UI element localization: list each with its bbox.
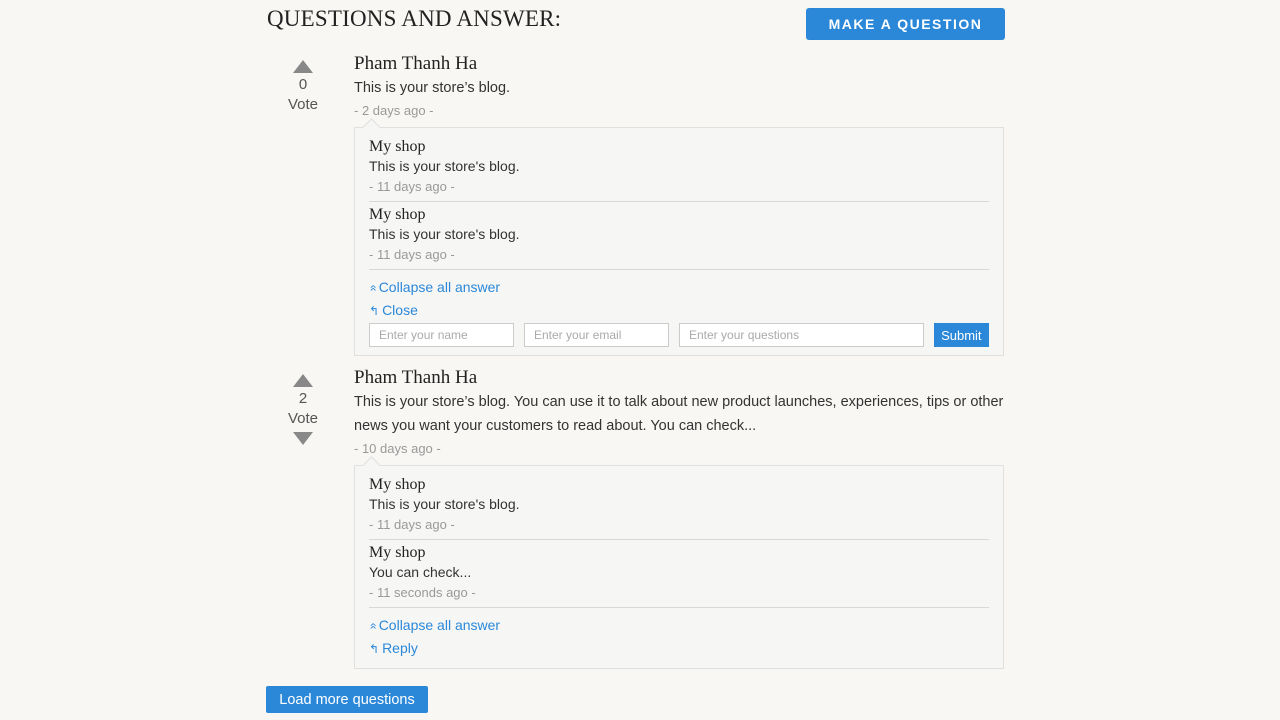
- reply-arrow-icon: ↰: [369, 304, 380, 318]
- answer-item: My shop This is your store's blog. - 11 …: [369, 134, 989, 202]
- answer-item: My shop This is your store's blog. - 11 …: [369, 202, 989, 270]
- question-author: Pham Thanh Ha: [354, 53, 478, 74]
- answer-text: This is your store's blog.: [369, 496, 520, 512]
- submit-button[interactable]: Submit: [933, 323, 989, 347]
- question-input[interactable]: [679, 323, 924, 347]
- vote-up-icon[interactable]: [293, 60, 313, 73]
- vote-count: 2: [298, 390, 308, 407]
- question-text: This is your store’s blog.: [354, 80, 511, 96]
- load-more-questions-button[interactable]: Load more questions: [266, 686, 428, 713]
- make-question-button[interactable]: MAKE A QUESTION: [806, 8, 1005, 40]
- vote-up-icon[interactable]: [293, 374, 313, 387]
- answer-text: This is your store's blog.: [369, 158, 520, 174]
- close-label: Close: [382, 302, 418, 318]
- answer-author: My shop: [369, 206, 426, 223]
- page-title: QUESTIONS AND ANSWER:: [267, 6, 562, 31]
- answer-text: This is your store's blog.: [369, 226, 520, 242]
- question-body: Pham Thanh Ha This is your store’s blog.…: [354, 53, 1005, 356]
- question-author: Pham Thanh Ha: [354, 367, 478, 388]
- vote-down-icon[interactable]: [293, 432, 313, 445]
- collapse-all-answer-link[interactable]: »Collapse all answer: [365, 614, 989, 637]
- reply-label: Reply: [382, 640, 418, 656]
- collapse-label: Collapse all answer: [378, 617, 501, 633]
- answer-author: My shop: [369, 544, 426, 561]
- double-chevron-up-icon: »: [365, 284, 380, 292]
- question-body: Pham Thanh Ha This is your store’s blog.…: [354, 367, 1005, 669]
- answer-item: My shop This is your store's blog. - 11 …: [369, 472, 989, 540]
- question-time: - 2 days ago -: [354, 103, 434, 118]
- answer-text: You can check...: [369, 564, 472, 580]
- qa-page: QUESTIONS AND ANSWER: MAKE A QUESTION 0 …: [0, 0, 1280, 720]
- answer-time: - 11 days ago -: [369, 179, 455, 194]
- double-chevron-up-icon: »: [365, 622, 380, 630]
- vote-label: Vote: [287, 96, 319, 113]
- answer-time: - 11 days ago -: [369, 247, 455, 262]
- question-time: - 10 days ago -: [354, 441, 441, 456]
- answer-item: My shop You can check... - 11 seconds ag…: [369, 540, 989, 608]
- vote-count: 0: [298, 76, 308, 93]
- answers-panel: My shop This is your store's blog. - 11 …: [354, 465, 1004, 669]
- answer-author: My shop: [369, 476, 426, 493]
- reply-arrow-icon: ↰: [369, 642, 380, 656]
- answers-panel: My shop This is your store's blog. - 11 …: [354, 127, 1004, 356]
- collapse-label: Collapse all answer: [378, 279, 501, 295]
- name-input[interactable]: [369, 323, 514, 347]
- question-text: This is your store’s blog. You can use i…: [354, 394, 1004, 434]
- answer-author: My shop: [369, 138, 426, 155]
- email-input[interactable]: [524, 323, 669, 347]
- answer-form: Submit: [369, 323, 989, 347]
- vote-label: Vote: [287, 410, 319, 427]
- collapse-all-answer-link[interactable]: »Collapse all answer: [365, 276, 989, 299]
- vote-widget: 0 Vote: [280, 60, 326, 115]
- reply-link[interactable]: ↰ Reply: [369, 637, 989, 660]
- vote-widget: 2 Vote: [280, 374, 326, 445]
- answer-time: - 11 seconds ago -: [369, 585, 476, 600]
- close-link[interactable]: ↰ Close: [369, 299, 989, 322]
- answer-time: - 11 days ago -: [369, 517, 455, 532]
